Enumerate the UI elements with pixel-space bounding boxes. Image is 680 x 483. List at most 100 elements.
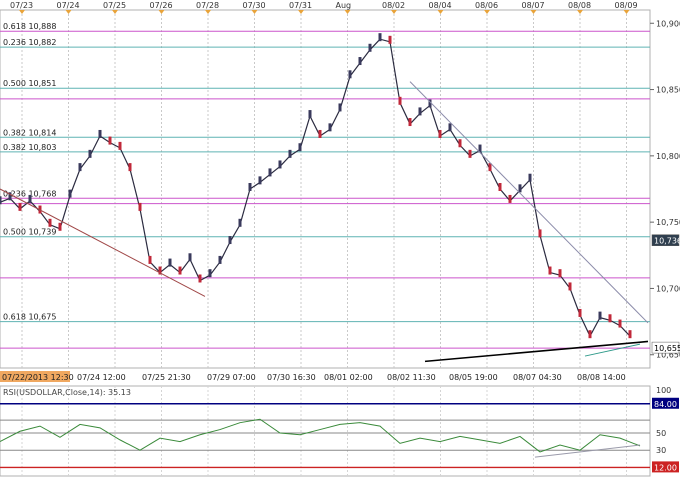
fib-level-label: 0.382 10,814 (3, 128, 56, 137)
time-label: 07/22/2013 12:30 (2, 373, 74, 382)
price-candle (188, 253, 192, 262)
time-label: 07/29 07:00 (207, 373, 256, 382)
price-candle (98, 129, 102, 138)
date-label: 07/26 (150, 1, 173, 10)
date-label: 08/04 (429, 1, 452, 10)
date-label: 08/07 (522, 1, 545, 10)
fib-level-label: 0.618 10,888 (3, 22, 56, 31)
price-candle (128, 163, 132, 172)
time-label: 08/02 11:30 (387, 373, 436, 382)
price-candle (308, 110, 312, 119)
price-candle (608, 314, 612, 323)
price-candle (18, 202, 22, 211)
price-candle (108, 136, 112, 145)
price-candle (628, 330, 632, 339)
rsi-title: RSI(USDOLLAR,Close,14): 35.13 (3, 388, 131, 397)
price-candle (408, 118, 412, 127)
date-label: 07/28 (196, 1, 219, 10)
price-candle (618, 319, 622, 328)
price-candle (258, 176, 262, 185)
price-candle (598, 311, 602, 320)
price-candle (78, 163, 82, 172)
price-candle (378, 33, 382, 42)
price-candle (248, 183, 252, 191)
price-candle (578, 308, 582, 317)
rsi-y-tick-label: 100 (656, 386, 671, 395)
rsi-level-badge-text: 12.00 (654, 463, 677, 472)
time-label: 07/30 16:30 (267, 373, 316, 382)
date-label: 07/24 (57, 1, 80, 10)
price-candle (198, 274, 202, 283)
price-candle (238, 218, 242, 227)
price-candle (88, 149, 92, 158)
price-candle (388, 35, 392, 44)
time-label: 07/24 12:00 (77, 373, 126, 382)
price-candle (518, 184, 522, 193)
price-candle (528, 173, 532, 182)
price-candle (538, 229, 542, 238)
y-tick-label: 10,750 (656, 218, 680, 227)
chart-root: 07/23 07/24 07/25 07/26 07/28 07/30 07/31 Aug 08… (0, 0, 680, 479)
price-candle (288, 149, 292, 158)
date-label: 08/09 (615, 1, 638, 10)
price-candle (418, 107, 422, 116)
y-tick-label: 10,900 (656, 19, 680, 28)
time-label: 08/08 14:00 (577, 373, 626, 382)
price-candle (318, 129, 322, 138)
date-label: 07/31 (289, 1, 312, 10)
price-candle (368, 43, 372, 52)
price-candle (328, 123, 332, 132)
price-candle (588, 330, 592, 339)
price-badge-text: 10,655 (654, 344, 680, 353)
price-candle (138, 202, 142, 211)
time-label: 08/07 04:30 (513, 373, 562, 382)
fib-level-label: 0.500 10,851 (3, 79, 56, 88)
price-candle (358, 57, 362, 66)
price-candle (48, 218, 52, 227)
date-label: 08/08 (568, 1, 591, 10)
price-candle (28, 194, 32, 203)
price-candle (338, 103, 342, 112)
rsi-y-tick-label: 30 (656, 446, 666, 455)
price-candle (438, 129, 442, 138)
price-candle (508, 194, 512, 203)
rsi-level-badge-text: 84.00 (654, 400, 677, 409)
time-label: 08/05 19:00 (449, 373, 498, 382)
price-candle (398, 96, 402, 105)
fib-level-label: 0.236 10,882 (3, 38, 56, 47)
price-candle (68, 189, 72, 198)
fib-level-label: 0.618 10,675 (3, 313, 56, 322)
price-candle (168, 258, 172, 267)
price-candle (148, 255, 152, 264)
time-label: 08/01 02:00 (324, 373, 373, 382)
fib-level-label: 0.500 10,739 (3, 228, 56, 237)
fib-level-label: 0.382 10,803 (3, 143, 56, 152)
date-label: 08/06 (475, 1, 498, 10)
price-candle (58, 222, 62, 231)
time-label: 07/25 21:30 (142, 373, 191, 382)
rsi-y-tick-label: 50 (656, 429, 666, 438)
price-candle (208, 269, 212, 278)
price-candle (568, 282, 572, 291)
date-label: Aug (336, 1, 352, 10)
price-candle (178, 266, 182, 275)
price-badge-text: 10,736 (654, 237, 680, 246)
y-tick-label: 10,850 (656, 86, 680, 95)
date-label: 08/02 (382, 1, 405, 10)
price-candle (348, 70, 352, 79)
price-candle (558, 269, 562, 278)
date-label: 07/25 (103, 1, 126, 10)
price-candle (298, 143, 302, 152)
price-candle (218, 255, 222, 264)
price-candle (498, 183, 502, 191)
chart-svg: 07/23 07/24 07/25 07/26 07/28 07/30 07/31 Aug 08… (0, 0, 680, 479)
price-candle (468, 149, 472, 158)
price-candle (448, 123, 452, 132)
date-label: 07/30 (243, 1, 266, 10)
y-tick-label: 10,700 (656, 284, 680, 293)
price-candle (458, 139, 462, 148)
price-candle (268, 168, 272, 177)
price-candle (548, 266, 552, 275)
price-candle (278, 160, 282, 169)
date-label: 07/23 (10, 1, 33, 10)
